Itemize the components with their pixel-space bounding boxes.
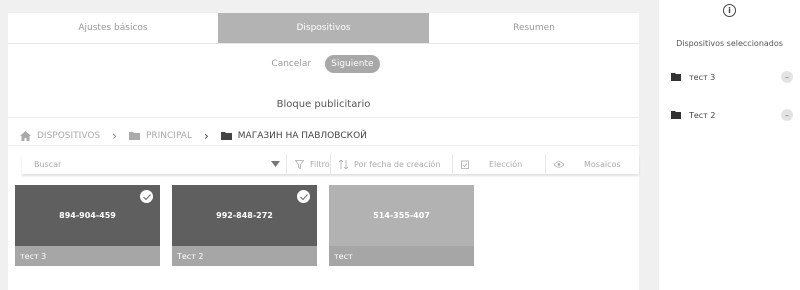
filter-label: Filtro <box>310 159 330 169</box>
filter-button[interactable]: Filtro <box>286 154 330 174</box>
breadcrumb: DISPOSITIVOS › PRINCIPAL › МАГАЗИН НА ПА… <box>20 129 367 143</box>
folder-icon <box>220 132 232 140</box>
folder-icon <box>671 73 681 81</box>
funnel-icon <box>295 159 304 169</box>
device-grid: 894-904-459 тест 3 992-848-272 Тест 2 51… <box>15 185 474 266</box>
main-panel: Ajustes básicos Dispositivos Resumen Can… <box>8 13 639 290</box>
breadcrumb-item-current: МАГАЗИН НА ПАВЛОВСКОЙ <box>237 131 367 141</box>
sort-button[interactable]: Por fecha de creación <box>330 154 452 174</box>
cancel-button[interactable]: Cancelar <box>267 55 315 73</box>
search-input[interactable]: Buscar <box>22 154 286 174</box>
divider <box>8 145 639 146</box>
device-code: 992-848-272 <box>172 185 317 246</box>
device-name: тест 3 <box>15 246 160 266</box>
selection-button[interactable]: Elección <box>452 154 545 174</box>
check-icon[interactable] <box>140 190 153 203</box>
tab-summary[interactable]: Resumen <box>429 13 639 43</box>
view-mode-button[interactable]: Mosaicos <box>545 154 639 174</box>
remove-device-button[interactable]: – <box>781 109 793 121</box>
tab-devices[interactable]: Dispositivos <box>218 13 429 43</box>
device-code: 514-355-407 <box>329 185 474 246</box>
device-card[interactable]: 992-848-272 Тест 2 <box>172 185 317 266</box>
selection-label: Elección <box>489 159 523 169</box>
info-icon[interactable]: i <box>723 4 736 17</box>
wizard-actions: Cancelar Siguiente <box>8 55 639 73</box>
device-name: тест <box>329 246 474 266</box>
device-name: Тест 2 <box>172 246 317 266</box>
sort-icon <box>339 159 348 169</box>
remove-device-button[interactable]: – <box>781 71 793 83</box>
breadcrumb-item-principal[interactable]: PRINCIPAL <box>146 131 192 141</box>
breadcrumb-item-devices[interactable]: DISPOSITIVOS <box>37 131 100 141</box>
check-icon[interactable] <box>297 190 310 203</box>
device-card[interactable]: 894-904-459 тест 3 <box>15 185 160 266</box>
eye-icon <box>554 160 564 168</box>
selected-device-name: тест 3 <box>689 72 716 82</box>
folder-icon <box>128 132 140 140</box>
block-title: Bloque publicitario <box>276 99 371 110</box>
next-button[interactable]: Siguiente <box>325 55 380 73</box>
wizard-tabs: Ajustes básicos Dispositivos Resumen <box>8 13 639 44</box>
device-code: 894-904-459 <box>15 185 160 246</box>
chevron-right-icon: › <box>203 129 209 143</box>
device-toolbar: Buscar Filtro Por fecha de creación Elec… <box>22 154 639 174</box>
tab-basic-settings[interactable]: Ajustes básicos <box>8 13 218 43</box>
search-placeholder: Buscar <box>34 159 62 169</box>
chevron-right-icon: › <box>112 129 117 143</box>
caret-down-icon[interactable] <box>271 161 280 167</box>
home-icon <box>20 131 31 141</box>
selected-devices-panel: i Dispositivos seleccionados тест 3 – Те… <box>659 0 800 290</box>
selected-device-item: тест 3 – <box>671 70 793 84</box>
device-card[interactable]: 514-355-407 тест <box>329 185 474 266</box>
selected-device-name: Тест 2 <box>689 110 716 120</box>
view-mode-label: Mosaicos <box>584 159 621 169</box>
folder-icon <box>671 111 681 119</box>
clipboard-icon <box>461 160 469 169</box>
sort-label: Por fecha de creación <box>354 159 441 169</box>
selected-device-item: Тест 2 – <box>671 108 793 122</box>
divider <box>8 117 639 118</box>
sidebar-title: Dispositivos seleccionados <box>676 39 783 48</box>
